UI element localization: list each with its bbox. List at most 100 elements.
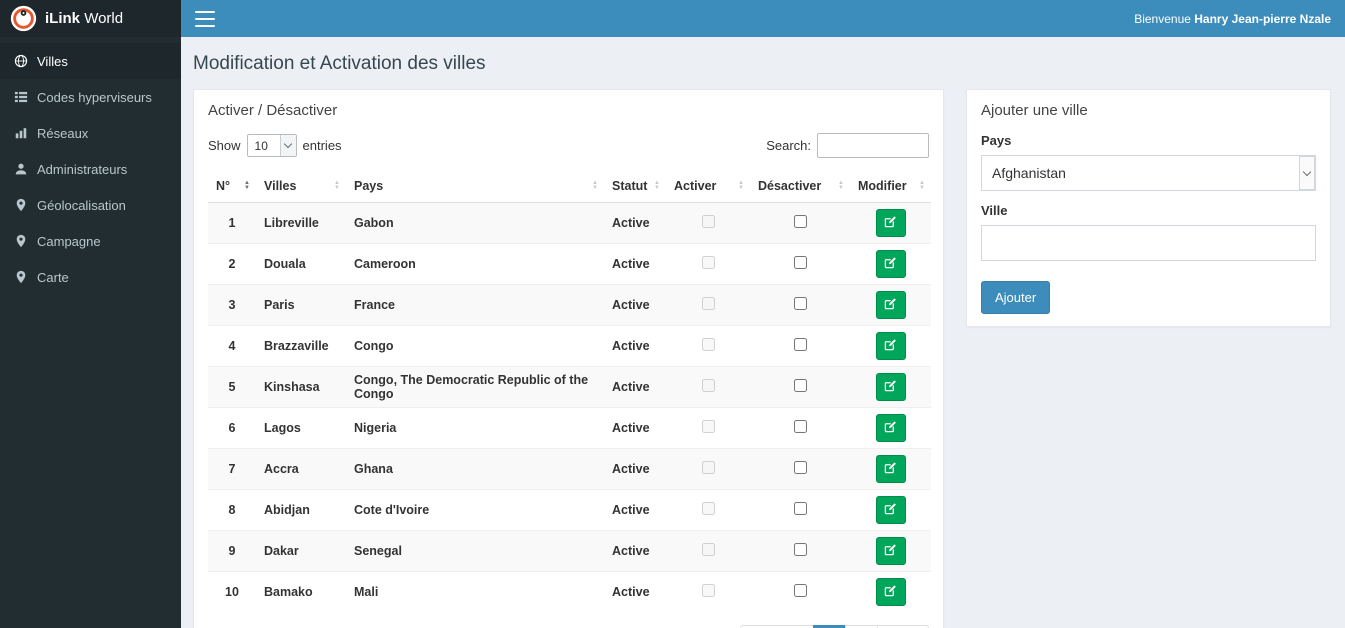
cell-desactiver: [750, 284, 850, 326]
ville-input[interactable]: [981, 225, 1316, 261]
desactiver-checkbox[interactable]: [793, 215, 807, 228]
cell-numero: 6: [208, 407, 256, 449]
search-input[interactable]: [817, 133, 929, 158]
modifier-button[interactable]: [875, 537, 906, 565]
page-length-select[interactable]: 10: [246, 134, 297, 157]
column-header-desactiver[interactable]: Désactiver ▲ ▼: [750, 170, 850, 203]
desactiver-checkbox[interactable]: [793, 420, 807, 433]
page-button-2[interactable]: 2: [845, 624, 879, 628]
cell-pays: Congo: [346, 325, 604, 367]
ville-label: Ville: [981, 203, 1008, 218]
cell-activer: [666, 366, 750, 408]
sidebar-item-codes-hyperviseurs[interactable]: Codes hyperviseurs: [0, 79, 181, 115]
desactiver-checkbox[interactable]: [793, 584, 807, 598]
sort-arrows-icon: ▲ ▼: [244, 180, 250, 191]
add-panel-title: Ajouter une ville: [981, 102, 1088, 119]
cell-desactiver: [750, 530, 850, 572]
pays-select[interactable]: Afghanistan: [981, 155, 1316, 191]
column-header-activer[interactable]: Activer ▲ ▼: [666, 170, 750, 203]
column-header-statut[interactable]: Statut ▲ ▼: [604, 170, 666, 203]
sidebar-item-carte[interactable]: Carte: [0, 259, 181, 295]
search-control: Search:: [766, 133, 929, 158]
modifier-button[interactable]: [875, 209, 906, 237]
show-label: Show: [208, 138, 241, 153]
modifier-button[interactable]: [875, 455, 906, 483]
sidebar-item-administrateurs[interactable]: Administrateurs: [0, 151, 181, 187]
cell-desactiver: [750, 366, 850, 408]
cell-ville: Lagos: [256, 407, 346, 449]
cell-numero: 4: [208, 325, 256, 367]
cell-statut: Active: [604, 489, 666, 531]
previous-page-button[interactable]: Previous: [739, 624, 815, 628]
cell-ville: Paris: [256, 284, 346, 326]
welcome-text: Bienvenue Hanry Jean-pierre Nzale: [1134, 12, 1331, 26]
modifier-button[interactable]: [875, 578, 906, 607]
modifier-button[interactable]: [875, 250, 906, 278]
cell-activer: [666, 530, 750, 572]
sidebar-item-reseaux[interactable]: Réseaux: [0, 115, 181, 151]
entries-label: entries: [302, 138, 342, 153]
desactiver-checkbox[interactable]: [793, 338, 807, 351]
sort-arrows-icon: ▲ ▼: [654, 180, 660, 191]
activer-checkbox: [701, 502, 715, 515]
modifier-button[interactable]: [875, 373, 906, 401]
edit-pencil-icon: [884, 256, 897, 272]
cell-numero: 7: [208, 448, 256, 490]
cell-ville: Accra: [256, 448, 346, 490]
modifier-button[interactable]: [875, 291, 906, 319]
cell-modifier: [850, 530, 931, 572]
cell-pays: Cote d'Ivoire: [346, 489, 604, 531]
column-header-numero[interactable]: N° ▲ ▼: [208, 170, 256, 203]
brand-light: World: [84, 10, 124, 27]
table-row: 3 Paris France Active: [208, 284, 931, 326]
table-header-row: N° ▲ ▼ Villes ▲ ▼ Pays ▲ ▼ Statut ▲ ▼ Activer ▲ ▼ Désac…: [208, 170, 931, 203]
table-row: 9 Dakar Senegal Active: [208, 530, 931, 572]
desactiver-checkbox[interactable]: [793, 256, 807, 269]
pin-icon: [13, 198, 28, 213]
cell-activer: [666, 202, 750, 244]
activer-checkbox: [701, 584, 715, 598]
cell-activer: [666, 407, 750, 449]
sidebar-item-geolocalisation[interactable]: Géolocalisation: [0, 187, 181, 223]
desactiver-checkbox[interactable]: [793, 379, 807, 392]
ajouter-button[interactable]: Ajouter: [981, 281, 1051, 314]
chart-icon: [13, 126, 28, 141]
cell-statut: Active: [604, 407, 666, 449]
sidebar-item-label: Carte: [37, 269, 69, 285]
column-header-modifier[interactable]: Modifier ▲ ▼: [850, 170, 931, 203]
sidebar-item-villes[interactable]: Villes: [0, 43, 181, 79]
cell-desactiver: [750, 571, 850, 613]
desactiver-checkbox[interactable]: [793, 297, 807, 310]
desactiver-checkbox[interactable]: [793, 502, 807, 515]
cell-activer: [666, 489, 750, 531]
page-title: Modification et Activation des villes: [193, 53, 486, 74]
cell-modifier: [850, 284, 931, 326]
activer-checkbox: [701, 338, 715, 351]
cell-activer: [666, 325, 750, 367]
column-header-label: Villes: [264, 179, 297, 193]
activer-checkbox: [701, 543, 715, 556]
edit-pencil-icon: [884, 502, 897, 518]
column-header-villes[interactable]: Villes ▲ ▼: [256, 170, 346, 203]
cell-statut: Active: [604, 284, 666, 326]
column-header-pays[interactable]: Pays ▲ ▼: [346, 170, 604, 203]
cell-modifier: [850, 243, 931, 285]
sidebar-item-campagne[interactable]: Campagne: [0, 223, 181, 259]
cell-numero: 8: [208, 489, 256, 531]
column-header-label: Désactiver: [758, 179, 822, 193]
cell-numero: 3: [208, 284, 256, 326]
page-content: Modification et Activation des villes Ac…: [181, 37, 1345, 628]
modifier-button[interactable]: [875, 496, 906, 524]
pin-icon: [13, 270, 28, 285]
next-page-button[interactable]: Next: [877, 624, 929, 628]
page-button-1[interactable]: 1: [813, 624, 847, 628]
modifier-button[interactable]: [875, 414, 906, 442]
cell-numero: 1: [208, 202, 256, 244]
desactiver-checkbox[interactable]: [793, 543, 807, 556]
edit-pencil-icon: [884, 584, 897, 600]
hamburger-menu-icon[interactable]: [195, 10, 215, 27]
villes-table-panel: Activer / Désactiver Show 10 entries Sea…: [193, 89, 944, 628]
cell-desactiver: [750, 407, 850, 449]
modifier-button[interactable]: [875, 332, 906, 360]
desactiver-checkbox[interactable]: [793, 461, 807, 474]
